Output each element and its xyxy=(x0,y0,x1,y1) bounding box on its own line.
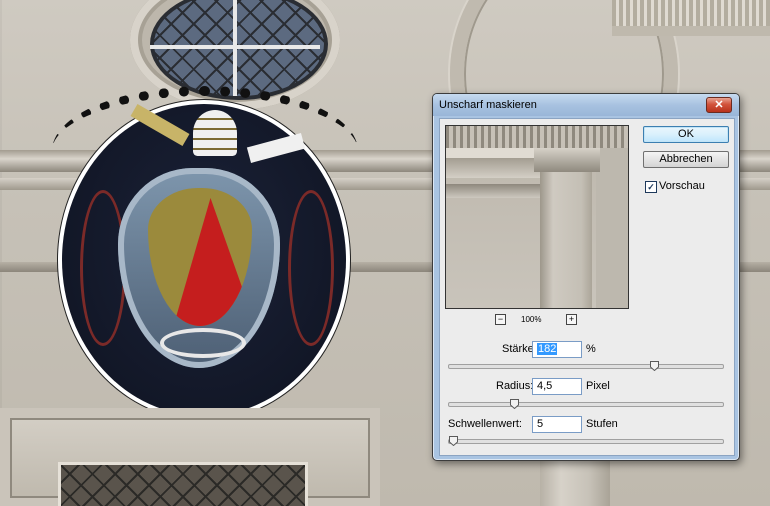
radius-label: Radius: xyxy=(496,380,534,392)
radius-unit: Pixel xyxy=(586,380,610,392)
radius-slider[interactable] xyxy=(448,399,724,409)
unsharp-mask-dialog: Unscharf maskieren ✕ − 100% + OK Abbrech… xyxy=(432,93,740,461)
amount-input[interactable]: 182 xyxy=(532,341,582,358)
threshold-label: Schwellenwert: xyxy=(448,418,522,430)
preview-ledge xyxy=(446,184,541,198)
slider-track xyxy=(448,364,724,369)
slider-thumb[interactable] xyxy=(649,361,659,371)
zoom-out-button[interactable]: − xyxy=(495,314,506,325)
zoom-in-button[interactable]: + xyxy=(566,314,577,325)
radius-value: 4,5 xyxy=(537,380,553,392)
preview-checkbox[interactable]: ✓ xyxy=(645,181,657,193)
ok-button[interactable]: OK xyxy=(643,126,729,143)
plus-icon: + xyxy=(568,314,575,324)
slider-track xyxy=(448,439,724,444)
window-bar xyxy=(150,45,320,49)
preview-checkbox-label[interactable]: Vorschau xyxy=(659,180,705,192)
dialog-body: − 100% + OK Abbrechen ✓ Vorschau Stärke:… xyxy=(439,118,735,456)
cornice xyxy=(612,0,770,26)
preview-ledge xyxy=(446,158,541,178)
tassel xyxy=(288,190,334,346)
amount-slider[interactable] xyxy=(448,361,724,371)
minus-icon: − xyxy=(497,314,504,324)
preview-pilaster-cap xyxy=(534,148,600,172)
amount-value: 182 xyxy=(537,343,558,355)
radius-input[interactable]: 4,5 xyxy=(532,378,582,395)
zoom-level: 100% xyxy=(521,315,542,324)
shield-knot xyxy=(160,328,246,358)
checkmark-icon: ✓ xyxy=(647,182,655,192)
slider-thumb[interactable] xyxy=(509,399,519,409)
radius-row: Radius: 4,5 Pixel xyxy=(440,378,730,396)
preview-wall xyxy=(596,148,628,308)
lower-window xyxy=(58,462,308,506)
zoom-controls: − 100% + xyxy=(495,314,577,326)
title-bar[interactable]: Unscharf maskieren ✕ xyxy=(433,94,739,116)
threshold-input[interactable]: 5 xyxy=(532,416,582,433)
amount-unit: % xyxy=(586,343,596,355)
tiara xyxy=(193,110,237,156)
threshold-row: Schwellenwert: 5 Stufen xyxy=(440,416,730,434)
preview-pilaster xyxy=(540,158,592,308)
preview-pane[interactable] xyxy=(445,125,629,309)
cancel-button[interactable]: Abbrechen xyxy=(643,151,729,168)
amount-row: Stärke: 182 % xyxy=(440,341,730,359)
threshold-value: 5 xyxy=(537,418,544,430)
shield-red-field xyxy=(170,198,252,326)
threshold-slider[interactable] xyxy=(448,436,724,446)
preview-cornice xyxy=(446,126,628,148)
slider-track xyxy=(448,402,724,407)
close-icon: ✕ xyxy=(714,99,724,111)
threshold-unit: Stufen xyxy=(586,418,618,430)
dialog-title: Unscharf maskieren xyxy=(439,99,537,111)
close-button[interactable]: ✕ xyxy=(706,97,732,113)
cornice-band xyxy=(612,26,770,36)
slider-thumb[interactable] xyxy=(449,436,459,446)
